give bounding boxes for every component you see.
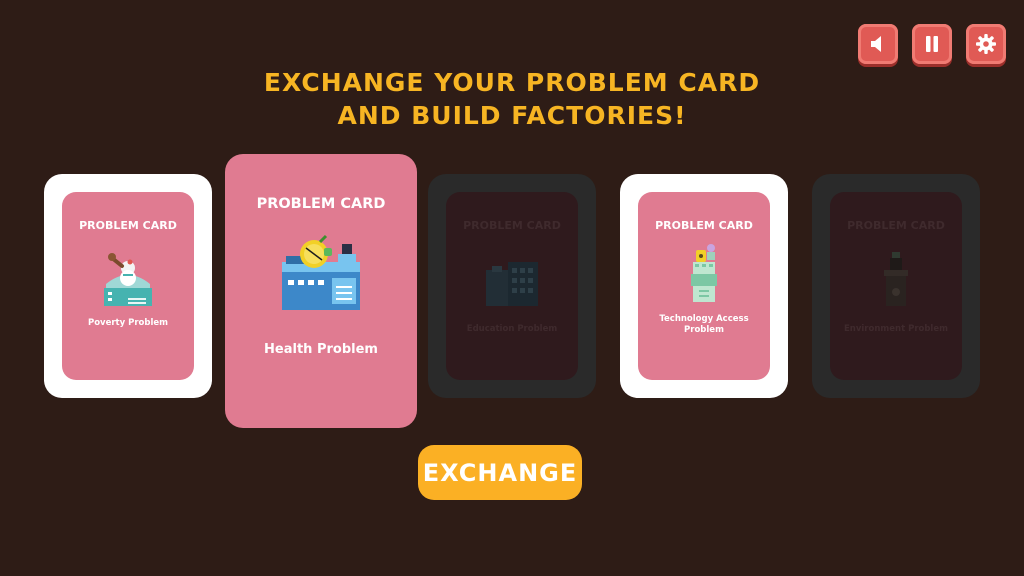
poverty-factory-icon [104, 253, 152, 306]
problem-card-health[interactable]: PROBLEM CARD Health Problem [225, 154, 417, 428]
card-problem-name: Poverty Problem [87, 318, 168, 328]
card-header: PROBLEM CARD [463, 219, 561, 232]
technology-factory-icon [691, 244, 717, 302]
card-problem-name: Environment Problem [844, 324, 948, 334]
factory-illustration [482, 246, 542, 308]
title-line-1: EXCHANGE YOUR PROBLEM CARD [263, 68, 761, 97]
top-controls [858, 24, 1006, 64]
card-header: PROBLEM CARD [256, 196, 386, 212]
card-problem-name: Education Problem [466, 324, 558, 334]
card-problem-name: Health Problem [264, 342, 378, 357]
gear-icon [976, 34, 996, 54]
title-line-2: AND BUILD FACTORIES! [337, 101, 687, 130]
sound-icon [871, 36, 881, 52]
education-factory-icon [486, 262, 538, 306]
card-header: PROBLEM CARD [847, 219, 945, 232]
card-header: PROBLEM CARD [655, 219, 753, 232]
settings-button[interactable] [966, 24, 1006, 64]
environment-factory-icon [884, 252, 908, 306]
pause-icon [926, 36, 938, 52]
page-title: EXCHANGE YOUR PROBLEM CARD AND BUILD FAC… [0, 66, 1024, 132]
card-face: PROBLEM CARD Technology Access Problem [638, 192, 770, 380]
factory-illustration [679, 240, 729, 304]
pause-button[interactable] [912, 24, 952, 64]
factory-illustration [98, 244, 158, 308]
problem-card-environment[interactable]: PROBLEM CARD Environment Problem [812, 174, 980, 398]
problem-card-technology-access[interactable]: PROBLEM CARD Technology Access Problem [620, 174, 788, 398]
problem-card-education[interactable]: PROBLEM CARD Education Problem [428, 174, 596, 398]
card-face: PROBLEM CARD Health Problem [225, 154, 417, 428]
exchange-button[interactable]: EXCHANGE [418, 445, 582, 500]
card-face: PROBLEM CARD Education Problem [446, 192, 578, 380]
health-factory-icon [282, 234, 360, 310]
card-problem-name: Technology Access Problem [659, 314, 749, 335]
card-face: PROBLEM CARD Poverty Problem [62, 192, 194, 380]
card-face: PROBLEM CARD Environment Problem [830, 192, 962, 380]
sound-button[interactable] [858, 24, 898, 64]
card-header: PROBLEM CARD [79, 219, 177, 232]
factory-illustration [874, 246, 918, 308]
factory-illustration [276, 224, 366, 310]
problem-card-poverty[interactable]: PROBLEM CARD Poverty Problem [44, 174, 212, 398]
